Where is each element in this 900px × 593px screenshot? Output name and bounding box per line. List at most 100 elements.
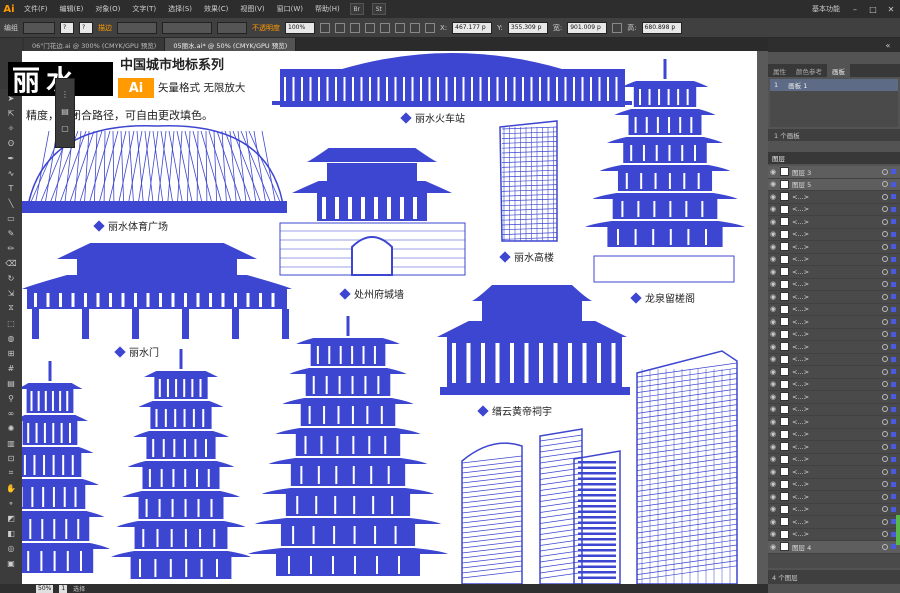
rotate-tool-icon[interactable]: ↻	[3, 271, 19, 285]
direct-selection-tool-icon[interactable]: ⇱	[3, 106, 19, 120]
fill-stroke-icon[interactable]: ◩	[3, 511, 19, 525]
target-icon[interactable]	[882, 181, 888, 188]
align-center-icon[interactable]	[365, 22, 375, 33]
workspace-switcher[interactable]: 基本功能	[812, 4, 846, 14]
fill-swatch[interactable]	[23, 21, 55, 34]
menu-edit[interactable]: 编辑(E)	[54, 4, 90, 14]
opacity-input[interactable]: 100%	[285, 21, 315, 34]
layer-row[interactable]: ◉ <...>	[768, 516, 900, 529]
layer-row[interactable]: ◉ <...>	[768, 229, 900, 241]
hand-tool-icon[interactable]: ✋	[3, 481, 19, 495]
target-icon[interactable]	[882, 468, 888, 475]
scale-tool-icon[interactable]: ⇲	[3, 286, 19, 300]
target-icon[interactable]	[882, 168, 888, 175]
eye-icon[interactable]: ◉	[768, 305, 778, 313]
stroke-weight[interactable]	[117, 21, 157, 34]
zoom-tool-icon[interactable]: ⚬	[3, 496, 19, 510]
layer-stack-icon[interactable]: ▤	[57, 104, 73, 118]
layer-row[interactable]: ◉ <...>	[768, 254, 900, 266]
target-icon[interactable]	[882, 431, 888, 438]
curvature-tool-icon[interactable]: ∿	[3, 166, 19, 180]
stroke-label[interactable]: 描边	[98, 23, 112, 33]
layer-row[interactable]: ◉ <...>	[768, 416, 900, 429]
grip-icon[interactable]: ⋮	[57, 87, 73, 101]
width-input[interactable]: 901.009 p	[567, 21, 608, 34]
tab-document-2[interactable]: 05丽水.ai* @ 50% (CMYK/GPU 预览)	[165, 38, 297, 51]
layer-row[interactable]: ◉ <...>	[768, 341, 900, 354]
eye-icon[interactable]: ◉	[768, 505, 778, 513]
layer-row[interactable]: ◉ <...>	[768, 291, 900, 304]
eye-icon[interactable]: ◉	[768, 218, 778, 226]
eye-icon[interactable]: ◉	[768, 430, 778, 438]
eyedropper-icon[interactable]: ⚲	[3, 391, 19, 405]
artboard-row[interactable]: 1 画板 1	[770, 79, 898, 91]
eye-icon[interactable]: ◉	[768, 243, 778, 251]
target-icon[interactable]	[882, 343, 888, 350]
layer-row[interactable]: ◉ <...>	[768, 429, 900, 441]
x-input[interactable]: 467.177 p	[452, 21, 493, 34]
menu-help[interactable]: 帮助(H)	[309, 4, 346, 14]
layer-row[interactable]: ◉ <...>	[768, 529, 900, 541]
eye-icon[interactable]: ◉	[768, 518, 778, 526]
shape-builder-icon[interactable]: ◍	[3, 331, 19, 345]
target-icon[interactable]	[882, 493, 888, 500]
layer-row[interactable]: ◉ <...>	[768, 491, 900, 504]
menu-effect[interactable]: 效果(C)	[198, 4, 234, 14]
layer-row[interactable]: ◉ <...>	[768, 466, 900, 479]
width-tool-icon[interactable]: ⧖	[3, 301, 19, 315]
recolor-icon[interactable]	[320, 22, 330, 33]
target-icon[interactable]	[882, 381, 888, 388]
slice-tool-icon[interactable]: ⌗	[3, 466, 19, 480]
tab-artboards[interactable]: 画板	[827, 64, 850, 77]
target-icon[interactable]	[882, 506, 888, 513]
artboard-tool-icon[interactable]: ⊡	[3, 451, 19, 465]
menu-file[interactable]: 文件(F)	[18, 4, 54, 14]
eye-icon[interactable]: ◉	[768, 343, 778, 351]
target-icon[interactable]	[882, 231, 888, 238]
draw-mode-icon[interactable]: ◎	[3, 541, 19, 555]
layer-row[interactable]: ◉ <...>	[768, 441, 900, 454]
fill-dropdown[interactable]: ?	[60, 21, 74, 34]
layer-row[interactable]: ◉ 图层 3	[768, 166, 900, 179]
menu-type[interactable]: 文字(T)	[126, 4, 162, 14]
target-icon[interactable]	[882, 256, 888, 263]
artboard-icon[interactable]: ▢	[57, 121, 73, 135]
target-icon[interactable]	[882, 443, 888, 450]
layer-row[interactable]: ◉ <...>	[768, 216, 900, 229]
eye-icon[interactable]: ◉	[768, 330, 778, 338]
eye-icon[interactable]: ◉	[768, 493, 778, 501]
pen-tool-icon[interactable]: ✒	[3, 151, 19, 165]
target-icon[interactable]	[882, 268, 888, 275]
layer-row[interactable]: ◉ <...>	[768, 329, 900, 341]
target-icon[interactable]	[882, 193, 888, 200]
layer-row[interactable]: ◉ <...>	[768, 479, 900, 491]
layer-row[interactable]: ◉ <...>	[768, 316, 900, 329]
target-icon[interactable]	[882, 406, 888, 413]
layer-row[interactable]: ◉ <...>	[768, 279, 900, 291]
layer-row[interactable]: ◉ <...>	[768, 204, 900, 216]
layer-row[interactable]: ◉ <...>	[768, 241, 900, 254]
tab-document-1[interactable]: 06"门花边.ai @ 300% (CMYK/GPU 预览)	[24, 38, 166, 51]
menu-view[interactable]: 视图(V)	[234, 4, 270, 14]
tab-color-guide[interactable]: 颜色参考	[791, 64, 827, 77]
type-tool-icon[interactable]: T	[3, 181, 19, 195]
align-bottom-icon[interactable]	[425, 22, 435, 33]
target-icon[interactable]	[882, 293, 888, 300]
screen-mode-icon[interactable]: ▣	[3, 556, 19, 570]
target-icon[interactable]	[882, 356, 888, 363]
minimize-icon[interactable]: –	[846, 5, 864, 14]
eye-icon[interactable]: ◉	[768, 480, 778, 488]
align-middle-icon[interactable]	[410, 22, 420, 33]
magic-wand-icon[interactable]: ✧	[3, 121, 19, 135]
landmarks-illustration[interactable]	[22, 51, 757, 584]
artboard[interactable]	[22, 51, 757, 584]
eye-icon[interactable]: ◉	[768, 530, 778, 538]
eye-icon[interactable]: ◉	[768, 418, 778, 426]
style-icon[interactable]	[335, 22, 345, 33]
layer-row[interactable]: ◉ <...>	[768, 504, 900, 516]
menu-select[interactable]: 选择(S)	[162, 4, 198, 14]
height-input[interactable]: 680.898 p	[641, 21, 682, 34]
target-icon[interactable]	[882, 318, 888, 325]
symbol-sprayer-icon[interactable]: ✺	[3, 421, 19, 435]
eye-icon[interactable]: ◉	[768, 280, 778, 288]
